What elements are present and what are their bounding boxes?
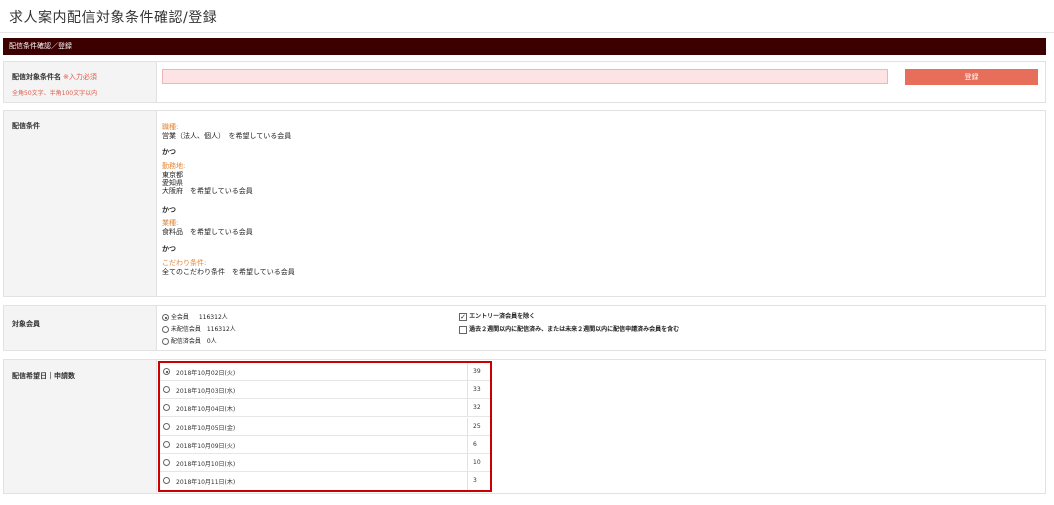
- delivery-conditions-label: 配信条件: [12, 122, 40, 130]
- and-connector: かつ: [162, 206, 176, 214]
- date-label: 2018年10月03日(水): [176, 388, 236, 395]
- radio-unselected[interactable]: [162, 326, 169, 333]
- column-divider: [467, 418, 468, 435]
- check-label: エントリー済会員を除く: [469, 313, 536, 320]
- checkbox-checked[interactable]: ✓: [459, 312, 467, 321]
- condition-name-row: 配信対象条件名 ※入力必須 全角50文字、半角100文字以内 登録: [3, 61, 1046, 103]
- condition-name-label: 配信対象条件名 ※入力必須: [12, 72, 97, 82]
- register-button[interactable]: 登録: [905, 69, 1038, 85]
- condition-title: こだわり条件:: [162, 259, 207, 267]
- date-option-row[interactable]: 2018年10月10日(水) 10: [160, 454, 490, 472]
- condition-name-label-text: 配信対象条件名: [12, 73, 61, 81]
- date-label: 2018年10月11日(木): [176, 479, 236, 486]
- date-option-row[interactable]: 2018年10月02日(火) 39: [160, 363, 490, 381]
- section-header: 配信条件確認／登録: [3, 38, 1046, 55]
- page-title: 求人案内配信対象条件確認/登録: [9, 10, 218, 26]
- condition-block-industry: 業種: 食料品 を希望している会員: [162, 218, 253, 236]
- condition-name-hint: 全角50文字、半角100文字以内: [12, 90, 98, 97]
- member-option-delivered[interactable]: 配信済会員 0人: [162, 336, 217, 345]
- date-option-row[interactable]: 2018年10月11日(木) 3: [160, 472, 490, 490]
- application-count: 3: [473, 477, 477, 484]
- condition-block-location: 勤務地: 東京都 愛知県 大阪府 を希望している会員: [162, 161, 253, 195]
- date-selection-highlight: 2018年10月02日(火) 39 2018年10月03日(水) 33 2018…: [158, 361, 492, 492]
- desired-dates-label: 配信希望日｜申請数: [12, 372, 75, 380]
- required-note: ※入力必須: [63, 73, 97, 81]
- condition-title: 勤務地:: [162, 162, 186, 170]
- condition-title: 業種:: [162, 219, 179, 227]
- and-connector: かつ: [162, 148, 176, 156]
- radio-unselected[interactable]: [162, 338, 169, 345]
- radio-unselected[interactable]: [163, 386, 170, 393]
- condition-line: 全てのこだわり条件 を希望している会員: [162, 268, 295, 276]
- exclude-entry-check[interactable]: ✓ エントリー済会員を除く: [459, 311, 535, 321]
- application-count: 25: [473, 423, 481, 430]
- condition-block-preferences: こだわり条件: 全てのこだわり条件 を希望している会員: [162, 258, 295, 276]
- application-count: 6: [473, 441, 477, 448]
- member-option-count: 0人: [206, 338, 217, 345]
- date-option-row[interactable]: 2018年10月03日(水) 33: [160, 381, 490, 399]
- delivery-conditions-row: 配信条件 職種: 営業（法人、個人） を希望している会員 かつ 勤務地: 東京都…: [3, 110, 1046, 297]
- member-option-count: 116312人: [198, 314, 228, 321]
- member-option-count: 116312人: [206, 326, 236, 333]
- application-count: 32: [473, 404, 481, 411]
- condition-line: 食料品 を希望している会員: [162, 228, 253, 236]
- date-label: 2018年10月02日(火): [176, 370, 236, 377]
- date-option-row[interactable]: 2018年10月09日(火) 6: [160, 436, 490, 454]
- date-label: 2018年10月05日(金): [176, 425, 236, 432]
- condition-line: 大阪府 を希望している会員: [162, 187, 253, 195]
- application-count: 33: [473, 386, 481, 393]
- application-count: 10: [473, 459, 481, 466]
- radio-unselected[interactable]: [163, 404, 170, 411]
- member-option-all[interactable]: 全会員 116312人: [162, 312, 228, 321]
- column-divider: [467, 472, 468, 490]
- condition-line: 愛知県: [162, 179, 183, 187]
- radio-unselected[interactable]: [163, 459, 170, 466]
- radio-selected[interactable]: [162, 314, 169, 321]
- column-divider: [467, 454, 468, 471]
- condition-line: 営業（法人、個人） を希望している会員: [162, 132, 292, 140]
- date-label: 2018年10月09日(火): [176, 443, 236, 450]
- date-option-row[interactable]: 2018年10月05日(金) 25: [160, 418, 490, 436]
- date-label: 2018年10月10日(水): [176, 461, 236, 468]
- member-option-undelivered[interactable]: 未配信会員 116312人: [162, 324, 236, 333]
- radio-selected[interactable]: [163, 368, 170, 375]
- date-label: 2018年10月04日(木): [176, 406, 236, 413]
- radio-unselected[interactable]: [163, 477, 170, 484]
- radio-unselected[interactable]: [163, 441, 170, 448]
- target-members-content: 全会員 116312人 未配信会員 116312人 配信済会員 0人 ✓ エント…: [156, 306, 1045, 350]
- condition-name-input[interactable]: [162, 69, 888, 84]
- condition-name-content: 登録: [156, 62, 1045, 102]
- title-divider: [0, 32, 1054, 33]
- checkbox-unchecked[interactable]: [459, 325, 467, 334]
- column-divider: [467, 363, 468, 380]
- include-recent-check[interactable]: 過去２週間以内に配信済み、または未来２週間以内に配信申請済み会員を含む: [459, 324, 679, 334]
- member-option-label: 配信済会員: [170, 338, 201, 345]
- condition-line: 東京都: [162, 171, 183, 179]
- target-members-label: 対象会員: [12, 320, 40, 328]
- date-option-row[interactable]: 2018年10月04日(木) 32: [160, 399, 490, 417]
- member-option-label: 未配信会員: [170, 326, 201, 333]
- target-members-row: 対象会員 全会員 116312人 未配信会員 116312人 配信済会員 0人 …: [3, 305, 1046, 351]
- application-count: 39: [473, 368, 481, 375]
- column-divider: [467, 381, 468, 398]
- check-label: 過去２週間以内に配信済み、または未来２週間以内に配信申請済み会員を含む: [469, 326, 680, 333]
- radio-unselected[interactable]: [163, 423, 170, 430]
- and-connector: かつ: [162, 245, 176, 253]
- column-divider: [467, 399, 468, 416]
- condition-title: 職種:: [162, 123, 179, 131]
- member-option-label: 全会員: [170, 314, 189, 321]
- column-divider: [467, 436, 468, 453]
- condition-block-job-type: 職種: 営業（法人、個人） を希望している会員: [162, 122, 291, 140]
- delivery-conditions-content: 職種: 営業（法人、個人） を希望している会員 かつ 勤務地: 東京都 愛知県 …: [156, 111, 1045, 296]
